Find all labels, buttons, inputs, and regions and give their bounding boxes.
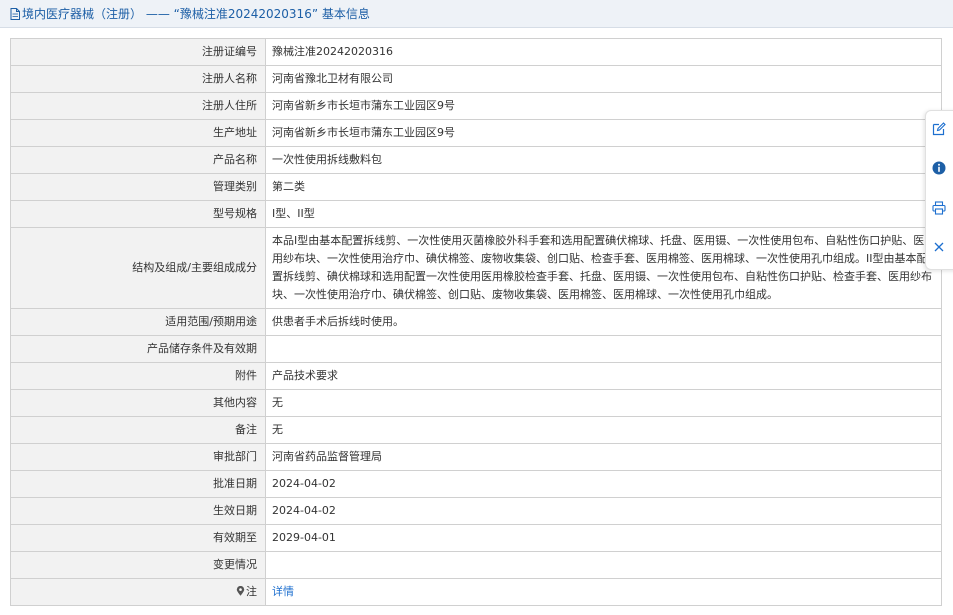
row-value: 2024-04-02 bbox=[265, 470, 942, 498]
table-row: 结构及组成/主要组成成分 本品I型由基本配置拆线剪、一次性使用灭菌橡胶外科手套和… bbox=[10, 227, 942, 309]
row-label: 生产地址 bbox=[10, 119, 266, 147]
row-value: I型、II型 bbox=[265, 200, 942, 228]
row-value: 河南省药品监督管理局 bbox=[265, 443, 942, 471]
row-label: 注册人名称 bbox=[10, 65, 266, 93]
row-label: 批准日期 bbox=[10, 470, 266, 498]
row-value: 第二类 bbox=[265, 173, 942, 201]
row-label: 适用范围/预期用途 bbox=[10, 308, 266, 336]
row-label: 备注 bbox=[10, 416, 266, 444]
table-row: 适用范围/预期用途 供患者手术后拆线时使用。 bbox=[10, 308, 942, 336]
table-row: 产品储存条件及有效期 bbox=[10, 335, 942, 363]
table-row: 有效期至 2029-04-01 bbox=[10, 524, 942, 552]
row-label: 管理类别 bbox=[10, 173, 266, 201]
row-label: 有效期至 bbox=[10, 524, 266, 552]
row-value: 无 bbox=[265, 389, 942, 417]
table-row: 批准日期 2024-04-02 bbox=[10, 470, 942, 498]
basic-info-table: 注册证编号 豫械注准20242020316 注册人名称 河南省豫北卫材有限公司 … bbox=[10, 38, 942, 606]
table-row: 注册人名称 河南省豫北卫材有限公司 bbox=[10, 65, 942, 93]
table-row: 产品名称 一次性使用拆线敷料包 bbox=[10, 146, 942, 174]
row-label: 型号规格 bbox=[10, 200, 266, 228]
row-label: 结构及组成/主要组成成分 bbox=[10, 227, 266, 309]
side-toolbar bbox=[925, 110, 953, 270]
row-label: 注册人住所 bbox=[10, 92, 266, 120]
row-value: 本品I型由基本配置拆线剪、一次性使用灭菌橡胶外科手套和选用配置碘伏棉球、托盘、医… bbox=[265, 227, 942, 309]
table-row: 管理类别 第二类 bbox=[10, 173, 942, 201]
row-value: 河南省豫北卫材有限公司 bbox=[265, 65, 942, 93]
page-header: 境内医疗器械（注册） —— “豫械注准20242020316” 基本信息 bbox=[0, 0, 953, 28]
row-value: 产品技术要求 bbox=[265, 362, 942, 390]
row-label: 产品名称 bbox=[10, 146, 266, 174]
page-title: 境内医疗器械（注册） —— “豫械注准20242020316” 基本信息 bbox=[22, 7, 370, 21]
row-value: 2024-04-02 bbox=[265, 497, 942, 525]
row-value: 河南省新乡市长垣市蒲东工业园区9号 bbox=[265, 92, 942, 120]
row-label: 变更情况 bbox=[10, 551, 266, 579]
table-row: 备注 无 bbox=[10, 416, 942, 444]
table-row: 审批部门 河南省药品监督管理局 bbox=[10, 443, 942, 471]
row-value: 详情 bbox=[265, 578, 942, 606]
row-value: 豫械注准20242020316 bbox=[265, 38, 942, 66]
table-row: 变更情况 bbox=[10, 551, 942, 579]
row-label: 附件 bbox=[10, 362, 266, 390]
table-row: 生效日期 2024-04-02 bbox=[10, 497, 942, 525]
row-value: 一次性使用拆线敷料包 bbox=[265, 146, 942, 174]
print-icon[interactable] bbox=[931, 200, 947, 216]
row-value: 供患者手术后拆线时使用。 bbox=[265, 308, 942, 336]
info-icon[interactable] bbox=[931, 160, 947, 176]
row-value: 无 bbox=[265, 416, 942, 444]
table-row: 型号规格 I型、II型 bbox=[10, 200, 942, 228]
row-value bbox=[265, 335, 942, 363]
location-pin-icon bbox=[236, 584, 245, 596]
row-value: 河南省新乡市长垣市蒲东工业园区9号 bbox=[265, 119, 942, 147]
details-link[interactable]: 详情 bbox=[272, 585, 294, 598]
row-value bbox=[265, 551, 942, 579]
table-row: 附件 产品技术要求 bbox=[10, 362, 942, 390]
close-icon[interactable] bbox=[931, 239, 947, 255]
note-label: 注 bbox=[10, 578, 266, 606]
table-row: 注册证编号 豫械注准20242020316 bbox=[10, 38, 942, 66]
row-label: 生效日期 bbox=[10, 497, 266, 525]
table-row: 注册人住所 河南省新乡市长垣市蒲东工业园区9号 bbox=[10, 92, 942, 120]
table-row: 其他内容 无 bbox=[10, 389, 942, 417]
table-row: 注 详情 bbox=[10, 578, 942, 606]
document-icon bbox=[10, 7, 20, 20]
row-label: 其他内容 bbox=[10, 389, 266, 417]
row-value: 2029-04-01 bbox=[265, 524, 942, 552]
table-row: 生产地址 河南省新乡市长垣市蒲东工业园区9号 bbox=[10, 119, 942, 147]
row-label: 审批部门 bbox=[10, 443, 266, 471]
edit-icon[interactable] bbox=[931, 121, 947, 137]
row-label: 产品储存条件及有效期 bbox=[10, 335, 266, 363]
row-label: 注册证编号 bbox=[10, 38, 266, 66]
row-label: 注 bbox=[246, 585, 257, 598]
